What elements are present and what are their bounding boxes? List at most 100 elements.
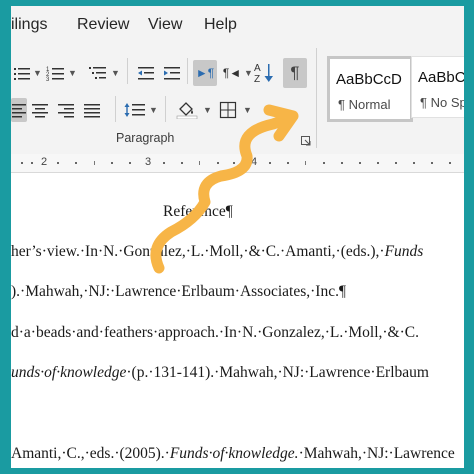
ruler-tick — [341, 162, 343, 164]
text-run: ).·Mahwah,·NJ:·Lawrence·Erlbaum·Associat… — [11, 283, 346, 300]
ruler-tick — [57, 162, 59, 164]
ruler-tick — [94, 161, 95, 165]
ruler-tick — [377, 162, 379, 164]
divider — [316, 48, 317, 148]
show-hide-formatting-button[interactable]: ¶ — [283, 58, 307, 88]
style-name: ¶ Normal — [338, 97, 391, 112]
ruler-tick — [305, 161, 306, 165]
ruler-tick — [413, 162, 415, 164]
align-center-button[interactable] — [29, 99, 51, 121]
divider — [115, 96, 116, 122]
reference-line: Amanti,·C.,·eds.·(2005).·Funds·of·knowle… — [11, 445, 455, 463]
left-to-right-icon: ►¶ — [195, 66, 215, 80]
italic-run: unds·of·knowledge — [11, 364, 127, 381]
chevron-down-icon[interactable]: ▼ — [149, 105, 158, 115]
bullets-icon — [14, 68, 30, 80]
chevron-down-icon[interactable]: ▼ — [33, 68, 42, 78]
svg-text:Z: Z — [254, 74, 260, 85]
ruler-tick — [129, 162, 131, 164]
decrease-indent-icon — [138, 67, 154, 80]
ruler-tick — [233, 162, 235, 164]
ruler-tick — [21, 162, 23, 164]
chevron-down-icon[interactable]: ▼ — [203, 105, 212, 115]
style-name: ¶ No Spa — [420, 95, 464, 110]
ruler-number: 3 — [145, 156, 152, 168]
ruler-tick — [75, 162, 77, 164]
reference-line: unds·of·knowledge·(p.·131-141).·Mahwah,·… — [11, 364, 429, 382]
paragraph-group-label: Paragraph — [116, 131, 175, 145]
borders-button[interactable] — [217, 99, 239, 121]
italic-run: Funds — [384, 243, 424, 260]
chevron-down-icon[interactable]: ▼ — [111, 68, 120, 78]
decrease-indent-button[interactable] — [135, 62, 157, 84]
ruler-tick — [181, 162, 183, 164]
word-window: ilings Review View Help ▼ 123 ▼ ▼ ►¶ ¶◄ — [11, 6, 464, 468]
tab-view[interactable]: View — [148, 16, 182, 34]
reference-line: d·a·beads·and·feathers·approach.·In·N.·G… — [11, 324, 419, 342]
teal-frame: ilings Review View Help ▼ 123 ▼ ▼ ►¶ ¶◄ — [0, 0, 474, 474]
text-run: her’s·view.·In·N.·Gonzalez,·L.·Moll,·&·C… — [11, 243, 385, 260]
text-run: d·a·beads·and·feathers·approach.·In·N.·G… — [11, 324, 419, 341]
align-left-button[interactable] — [11, 98, 27, 122]
ltr-paragraph-button[interactable]: ►¶ — [193, 60, 217, 86]
ruler-tick — [359, 162, 361, 164]
sort-button[interactable]: AZ — [251, 60, 277, 86]
multilevel-list-button[interactable] — [87, 62, 109, 84]
right-to-left-icon: ¶◄ — [222, 66, 242, 80]
chevron-down-icon[interactable]: ▼ — [243, 105, 252, 115]
borders-icon — [219, 101, 237, 119]
bullets-button[interactable] — [11, 62, 33, 84]
document-body[interactable]: Reference¶ her’s·view.·In·N.·Gonzalez,·L… — [11, 173, 464, 468]
text-run: ·Mahwah,·NJ:·Lawrence — [298, 445, 455, 462]
rtl-paragraph-button[interactable]: ¶◄ — [221, 62, 243, 84]
ruler-tick — [31, 162, 33, 164]
ruler-tick — [111, 162, 113, 164]
reference-heading: Reference¶ — [163, 203, 233, 221]
menu-bar: ilings Review View Help — [11, 6, 464, 42]
sort-icon: AZ — [254, 63, 273, 85]
horizontal-ruler[interactable]: 2 3 4 — [11, 154, 464, 173]
svg-text:3: 3 — [46, 77, 50, 81]
paint-bucket-icon — [176, 102, 198, 119]
align-center-icon — [32, 104, 48, 118]
multilevel-list-icon — [89, 67, 106, 79]
tab-mailings[interactable]: ilings — [11, 16, 47, 34]
align-right-button[interactable] — [55, 99, 77, 121]
shading-button[interactable] — [175, 99, 199, 121]
style-normal[interactable]: AaBbCcD ¶ Normal — [327, 56, 413, 122]
text-run: Reference¶ — [163, 203, 233, 220]
style-sample: AaBbCc — [418, 69, 464, 86]
italic-run: Funds·of·knowledge. — [169, 445, 299, 462]
align-left-icon — [12, 104, 26, 118]
style-no-spacing[interactable]: AaBbCc ¶ No Spa — [411, 56, 464, 118]
style-sample: AaBbCcD — [336, 71, 402, 88]
ruler-tick — [163, 162, 165, 164]
justify-icon — [84, 104, 100, 118]
text-run: ·(p.·131-141).·Mahwah,·NJ:·Lawrence·Erlb… — [126, 364, 429, 381]
increase-indent-button[interactable] — [161, 62, 183, 84]
ruler-tick — [217, 162, 219, 164]
ribbon-paragraph-group: ▼ 123 ▼ ▼ ►¶ ¶◄ ▼ AZ ¶ ▼ ▼ ▼ Paragraph A… — [11, 42, 464, 155]
ruler-number: 4 — [251, 156, 258, 168]
ruler-tick — [431, 162, 433, 164]
align-right-icon — [58, 104, 74, 118]
increase-indent-icon — [164, 67, 180, 80]
justify-button[interactable] — [81, 99, 103, 121]
tab-help[interactable]: Help — [204, 16, 237, 34]
ruler-tick — [199, 161, 200, 165]
dialog-launcher-icon[interactable] — [301, 136, 311, 146]
chevron-down-icon[interactable]: ▼ — [68, 68, 77, 78]
numbering-button[interactable]: 123 — [45, 62, 67, 84]
ruler-tick — [449, 162, 451, 164]
line-spacing-button[interactable] — [123, 99, 147, 121]
numbering-icon: 123 — [46, 67, 64, 81]
pilcrow-icon: ¶ — [290, 63, 300, 82]
divider — [165, 96, 166, 122]
tab-review[interactable]: Review — [77, 16, 129, 34]
divider — [187, 58, 188, 84]
line-spacing-icon — [124, 103, 145, 117]
reference-line: her’s·view.·In·N.·Gonzalez,·L.·Moll,·&·C… — [11, 243, 423, 261]
reference-line: ).·Mahwah,·NJ:·Lawrence·Erlbaum·Associat… — [11, 283, 346, 301]
ruler-tick — [287, 162, 289, 164]
divider — [127, 58, 128, 84]
